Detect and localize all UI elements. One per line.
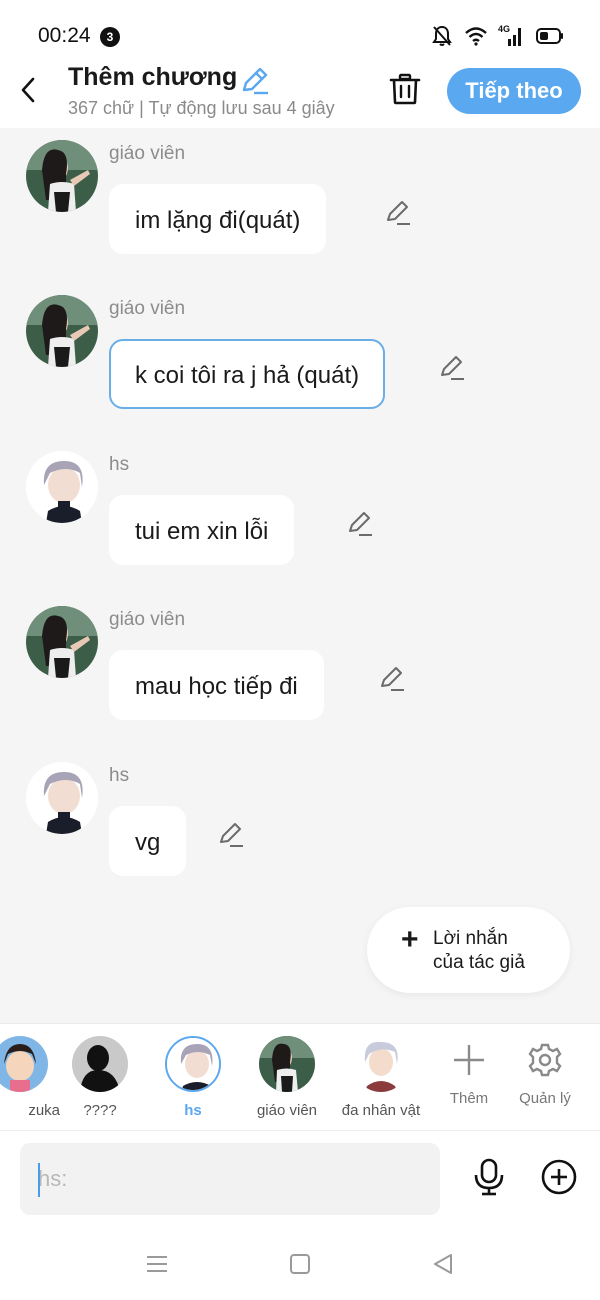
character-teacher[interactable]: giáo viên: [245, 1036, 329, 1126]
message-sender: hs: [109, 454, 130, 475]
message-bubble[interactable]: mau học tiếp đi: [109, 650, 324, 720]
multi-character-avatar: [353, 1036, 409, 1092]
manage-characters-button[interactable]: Quản lý: [505, 1036, 585, 1126]
header: Thêm chương 367 chữ | Tự động lưu sau 4 …: [0, 62, 600, 128]
status-icons: 4G: [432, 24, 564, 48]
pencil-icon: [387, 201, 410, 225]
message-sender: hs: [109, 765, 130, 786]
plus-circle-icon: [541, 1159, 577, 1195]
character-unknown[interactable]: ????: [58, 1036, 142, 1126]
author-note-line1: Lời nhắn: [433, 928, 508, 949]
message-bubble[interactable]: im lặng đi(quát): [109, 184, 327, 254]
author-note-label: Lời nhắn của tác giả: [433, 927, 525, 975]
character-hs[interactable]: hs: [151, 1036, 235, 1126]
author-note-button[interactable]: + Lời nhắn của tác giả: [367, 907, 570, 993]
pencil-icon: [220, 823, 243, 847]
attach-button[interactable]: [540, 1158, 578, 1196]
edit-message-button[interactable]: [217, 820, 245, 848]
chat-message: giáo viên k coi tôi ra j hả (quát): [0, 283, 600, 423]
wifi-icon: [465, 27, 487, 46]
home-button[interactable]: [285, 1251, 315, 1277]
battery-icon: [536, 28, 563, 44]
message-sender: giáo viên: [109, 143, 186, 164]
recent-apps-button[interactable]: [142, 1251, 172, 1277]
notification-count-badge: 3: [100, 27, 120, 47]
message-sender: giáo viên: [109, 298, 186, 319]
chevron-left-icon: [21, 77, 35, 103]
student-avatar[interactable]: [26, 762, 98, 834]
character-selector: zuka ???? hs giáo viên đa nhân vật Thêm: [0, 1023, 600, 1131]
edit-title-button[interactable]: [240, 65, 270, 95]
edit-message-button[interactable]: [384, 198, 412, 226]
square-icon: [290, 1254, 310, 1274]
message-bubble[interactable]: vg: [109, 806, 187, 876]
pencil-icon: [441, 356, 464, 380]
edit-message-button[interactable]: [438, 353, 466, 381]
author-note-line2: của tác giả: [433, 952, 525, 973]
microphone-icon: [474, 1158, 504, 1196]
student-avatar[interactable]: [26, 451, 98, 523]
back-nav-button[interactable]: [428, 1251, 458, 1277]
teacher-avatar: [259, 1036, 315, 1092]
delete-button[interactable]: [386, 70, 424, 108]
add-character-label: Thêm: [449, 1090, 489, 1107]
chat-area[interactable]: giáo viên im lặng đi(quát) giáo viên k c…: [0, 128, 600, 1023]
trash-icon: [389, 73, 421, 105]
text-caret: [38, 1163, 40, 1197]
menu-icon: [147, 1256, 167, 1272]
edit-message-button[interactable]: [346, 509, 374, 537]
teacher-avatar[interactable]: [26, 140, 98, 212]
message-bubble[interactable]: tui em xin lỗi: [109, 495, 295, 565]
gear-icon: [525, 1040, 565, 1080]
edit-message-button[interactable]: [378, 664, 406, 692]
silhouette-avatar: [72, 1036, 128, 1092]
bell-off-icon: [432, 25, 452, 46]
message-sender: giáo viên: [109, 609, 186, 630]
back-button[interactable]: [14, 74, 42, 106]
pencil-icon: [349, 512, 372, 536]
pencil-icon: [242, 67, 268, 95]
word-count-autosave-status: 367 chữ | Tự động lưu sau 4 giây: [68, 98, 335, 118]
plus-icon: [449, 1040, 489, 1080]
character-multi[interactable]: đa nhân vật: [339, 1036, 423, 1126]
voice-input-button[interactable]: [470, 1157, 508, 1197]
cellular-signal-icon: 4G: [498, 24, 524, 47]
shizuka-avatar: [0, 1036, 48, 1092]
teacher-avatar[interactable]: [26, 606, 98, 678]
message-input-row: [0, 1131, 600, 1231]
message-bubble-selected[interactable]: k coi tôi ra j hả (quát): [109, 339, 386, 409]
system-navigation-bar: [0, 1231, 600, 1300]
message-input[interactable]: [20, 1143, 440, 1215]
plus-icon: +: [401, 923, 419, 956]
page-title: Thêm chương: [68, 63, 238, 91]
next-button[interactable]: Tiếp theo: [447, 68, 581, 114]
pencil-icon: [381, 667, 404, 691]
teacher-avatar[interactable]: [26, 295, 98, 367]
manage-characters-label: Quản lý: [519, 1090, 571, 1107]
chat-message: hs tui em xin lỗi: [0, 439, 600, 579]
chat-message: giáo viên mau học tiếp đi: [0, 594, 600, 734]
status-time: 00:24: [38, 24, 91, 47]
chat-message: hs vg: [0, 750, 600, 890]
triangle-back-icon: [434, 1254, 452, 1274]
add-character-button[interactable]: Thêm: [429, 1036, 509, 1126]
character-label: đa nhân vật: [341, 1102, 421, 1119]
status-bar: 00:24 3 4G: [0, 0, 600, 62]
student-avatar: [165, 1036, 221, 1092]
chat-message: giáo viên im lặng đi(quát): [0, 128, 600, 268]
